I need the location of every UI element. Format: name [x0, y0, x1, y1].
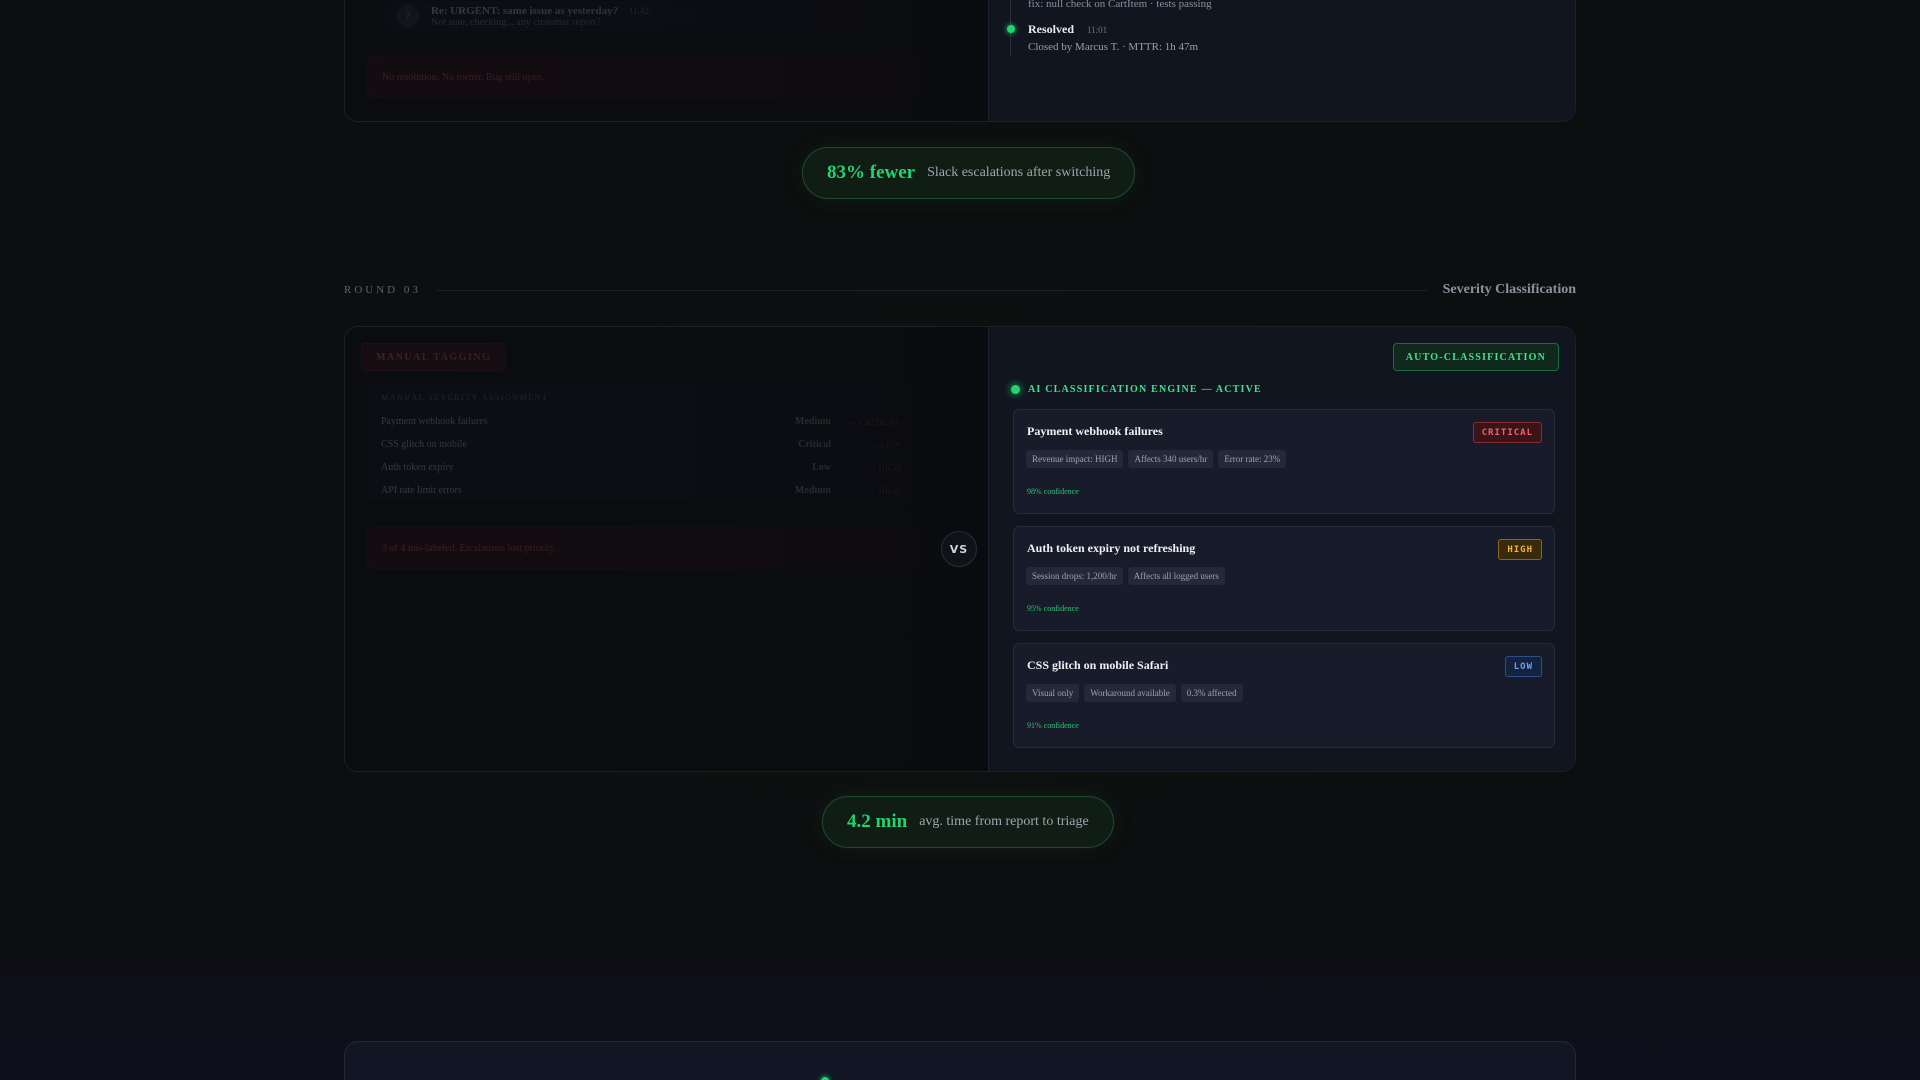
- manual-row: Payment webhook failures Medium → CRITIC…: [381, 416, 901, 427]
- issue-signals: Revenue impact: HIGH Affects 340 users/h…: [1026, 450, 1287, 468]
- page: ? Re: URGENT: same issue as yesterday? 1…: [0, 0, 1920, 1080]
- round02-auto-panel: fix: null check on CartItem · tests pass…: [988, 0, 1575, 121]
- slack-message-time: 11:42: [628, 5, 650, 16]
- signal-chip: Affects 340 users/hr: [1128, 450, 1214, 468]
- round02-manual-panel: ? Re: URGENT: same issue as yesterday? 1…: [345, 0, 988, 121]
- resolved-status-dot: [1007, 25, 1015, 33]
- stat-escalations: 83% fewer Slack escalations after switch…: [802, 147, 1136, 199]
- manual-row: CSS glitch on mobile Critical → LOW: [381, 439, 901, 450]
- issue-card-css[interactable]: CSS glitch on mobile Safari LOW Visual o…: [1013, 643, 1555, 748]
- auto-classification-panel: AUTO-CLASSIFICATION AI CLASSIFICATION EN…: [988, 327, 1575, 771]
- manual-row: Auth token expiry Low → HIGH: [381, 462, 901, 473]
- manual-warning: 3 of 4 mis-labeled. Escalations lost pri…: [367, 527, 915, 569]
- signal-chip: Visual only: [1026, 684, 1080, 702]
- stat-triage: 4.2 min avg. time from report to triage: [822, 796, 1114, 848]
- stat-escalations-value: 83% fewer: [827, 162, 916, 183]
- slack-message-title: Re: URGENT: same issue as yesterday?: [431, 4, 619, 17]
- round-divider: [436, 289, 1427, 291]
- signal-chip: Workaround available: [1084, 684, 1176, 702]
- severity-badge-critical: CRITICAL: [1472, 422, 1542, 443]
- engine-active-dot: [1011, 385, 1020, 394]
- timeline-resolved-label: Resolved: [1028, 22, 1074, 36]
- issue-card-auth[interactable]: Auth token expiry not refreshing HIGH Se…: [1013, 526, 1555, 631]
- auto-classification-badge: AUTO-CLASSIFICATION: [1392, 343, 1559, 371]
- signal-chip: Revenue impact: HIGH: [1026, 450, 1124, 468]
- issue-card-payment[interactable]: Payment webhook failures CRITICAL Revenu…: [1013, 409, 1555, 514]
- severity-badge-high: HIGH: [1498, 539, 1542, 560]
- slack-message: ? Re: URGENT: same issue as yesterday? 1…: [385, 1, 915, 31]
- manual-severity-sheet: MANUAL SEVERITY ASSIGNMENT Payment webho…: [367, 383, 915, 499]
- stat-escalations-label: Slack escalations after switching: [927, 165, 1111, 180]
- timeline-resolved-time: 11:01: [1087, 25, 1108, 35]
- manual-tagging-panel: MANUAL TAGGING MANUAL SEVERITY ASSIGNMEN…: [345, 327, 988, 771]
- timeline-closed-by: Closed by Marcus T. · MTTR: 1h 47m: [1028, 41, 1199, 53]
- round02-comparison-card: ? Re: URGENT: same issue as yesterday? 1…: [344, 0, 1576, 122]
- manual-tagging-badge: MANUAL TAGGING: [361, 343, 507, 371]
- confidence-score: 95% confidence: [1027, 604, 1079, 613]
- timeline-commit: fix: null check on CartItem · tests pass…: [1028, 0, 1212, 10]
- issue-title: CSS glitch on mobile Safari: [1027, 658, 1169, 672]
- engine-status-label: AI CLASSIFICATION ENGINE — ACTIVE: [1028, 384, 1262, 395]
- slack-message-preview: Not sure, checking... any customer repor…: [431, 16, 601, 28]
- avatar: ?: [397, 5, 419, 27]
- next-section-panel: [344, 1041, 1576, 1080]
- round-title: Severity Classification: [1442, 282, 1576, 297]
- confidence-score: 91% confidence: [1027, 721, 1079, 730]
- manual-row: API rate limit errors Medium → HIGH: [381, 485, 901, 496]
- issue-title: Auth token expiry not refreshing: [1027, 541, 1196, 555]
- signal-chip: Error rate: 23%: [1218, 450, 1287, 468]
- severity-badge-low: LOW: [1504, 656, 1542, 677]
- round02-warning: No resolution. No owner. Bug still open.: [367, 56, 915, 98]
- issue-title: Payment webhook failures: [1027, 424, 1163, 438]
- engine-status: AI CLASSIFICATION ENGINE — ACTIVE: [1011, 384, 1262, 395]
- round-label: ROUND 03: [344, 284, 421, 296]
- vs-badge: VS: [941, 531, 977, 567]
- signal-chip: 0.3% affected: [1180, 684, 1243, 702]
- stat-triage-value: 4.2 min: [847, 811, 908, 832]
- confidence-score: 98% confidence: [1027, 487, 1079, 496]
- signal-chip: Affects all logged users: [1127, 567, 1225, 585]
- signal-chip: Session drops: 1,200/hr: [1026, 567, 1123, 585]
- issue-signals: Visual only Workaround available 0.3% af…: [1026, 684, 1243, 702]
- issue-signals: Session drops: 1,200/hr Affects all logg…: [1026, 567, 1225, 585]
- manual-sheet-heading: MANUAL SEVERITY ASSIGNMENT: [381, 393, 549, 402]
- round03-header: ROUND 03 Severity Classification: [344, 282, 1576, 298]
- stat-triage-label: avg. time from report to triage: [919, 814, 1089, 829]
